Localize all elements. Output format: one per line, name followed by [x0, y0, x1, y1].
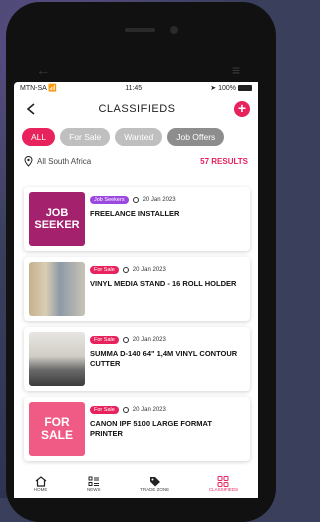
- phone-bezel: ← ≡: [0, 0, 258, 82]
- category-badge: For Sale: [90, 406, 119, 414]
- grid-icon: [217, 476, 229, 487]
- back-button[interactable]: [22, 100, 40, 118]
- listing-title: CANON IPF 5100 LARGE FORMAT PRINTER: [90, 419, 212, 438]
- listing-photo: [29, 332, 85, 386]
- battery-icon: [238, 85, 252, 92]
- clock-icon: [122, 267, 129, 273]
- listing-thumbnail: JOB SEEKER: [29, 192, 85, 246]
- news-icon: [88, 476, 99, 486]
- listing-thumbnail: FOR SALE: [29, 402, 85, 456]
- location-pin-icon: [24, 156, 33, 167]
- listing-date: 20 Jan 2023: [132, 267, 166, 273]
- page-title: CLASSIFIEDS: [98, 103, 176, 115]
- filter-all[interactable]: ALL: [22, 128, 56, 146]
- tab-label: HOME: [33, 487, 48, 492]
- location-selector[interactable]: All South Africa: [24, 156, 91, 167]
- status-bar: MTN-SA 📶 11:45 ➤ 100%: [14, 82, 258, 94]
- home-icon: [35, 476, 46, 487]
- listing-date: 20 Jan 2023: [142, 197, 176, 203]
- tag-icon: [149, 477, 160, 487]
- listing-card[interactable]: For Sale 20 Jan 2023 VINYL MEDIA STAND - …: [24, 257, 250, 321]
- app-screen: MTN-SA 📶 11:45 ➤ 100% CLASSIFIEDS + ALL …: [14, 82, 258, 498]
- tab-classifieds[interactable]: CLASSIFIEDS: [209, 476, 238, 492]
- results-count: 57 RESULTS: [200, 157, 248, 166]
- location-row: All South Africa 57 RESULTS: [14, 150, 258, 173]
- speaker-grille: [125, 28, 155, 32]
- filter-for-sale[interactable]: For Sale: [60, 128, 111, 146]
- listing-date: 20 Jan 2023: [132, 407, 166, 413]
- chevron-left-icon: [26, 103, 35, 115]
- filter-wanted[interactable]: Wanted: [115, 128, 163, 146]
- clock-icon: [132, 197, 139, 203]
- listing-card[interactable]: FOR SALE For Sale 20 Jan 2023 CANON IPF 5…: [24, 397, 250, 461]
- tab-label: CLASSIFIEDS: [208, 487, 239, 492]
- tab-home[interactable]: HOME: [33, 476, 48, 492]
- listing-title: VINYL MEDIA STAND - 16 ROLL HOLDER: [90, 279, 237, 288]
- category-badge: For Sale: [90, 336, 119, 344]
- clock-icon: [122, 407, 129, 413]
- listing-title: FREELANCE INSTALLER: [90, 209, 180, 218]
- clock: 11:45: [125, 84, 143, 92]
- listing-photo: [29, 262, 85, 316]
- filter-job-offers[interactable]: Job Offers: [167, 128, 225, 146]
- menu-icon: ≡: [232, 62, 241, 78]
- battery-status: ➤ 100%: [210, 84, 252, 92]
- tab-news[interactable]: NEWS: [87, 476, 101, 492]
- filter-chips: ALL For Sale Wanted Job Offers: [14, 124, 258, 150]
- location-label: All South Africa: [37, 157, 92, 166]
- listing-card[interactable]: For Sale 20 Jan 2023 SUMMA D-140 64" 1,4M…: [24, 327, 250, 391]
- tab-label: TRADE ZONE: [140, 487, 170, 492]
- bottom-tab-bar: HOME NEWS TRADE ZONE CLASSIFIEDS: [14, 470, 258, 498]
- category-badge: For Sale: [90, 266, 119, 274]
- carrier-label: MTN-SA 📶: [20, 85, 58, 92]
- back-arrow-icon: ←: [36, 62, 50, 78]
- camera-dot: [170, 26, 178, 34]
- clock-icon: [122, 337, 129, 343]
- listing-date: 20 Jan 2023: [132, 337, 166, 343]
- tab-trade-zone[interactable]: TRADE ZONE: [140, 476, 169, 492]
- listing-card[interactable]: JOB SEEKER Job Seekers 20 Jan 2023 FREELA…: [24, 187, 250, 251]
- app-header: CLASSIFIEDS +: [14, 94, 258, 124]
- category-badge: Job Seekers: [90, 196, 129, 204]
- add-listing-button[interactable]: +: [234, 101, 250, 117]
- tab-label: NEWS: [87, 487, 101, 492]
- listing-title: SUMMA D-140 64" 1,4M VINYL CONTOUR CUTTE…: [90, 349, 238, 368]
